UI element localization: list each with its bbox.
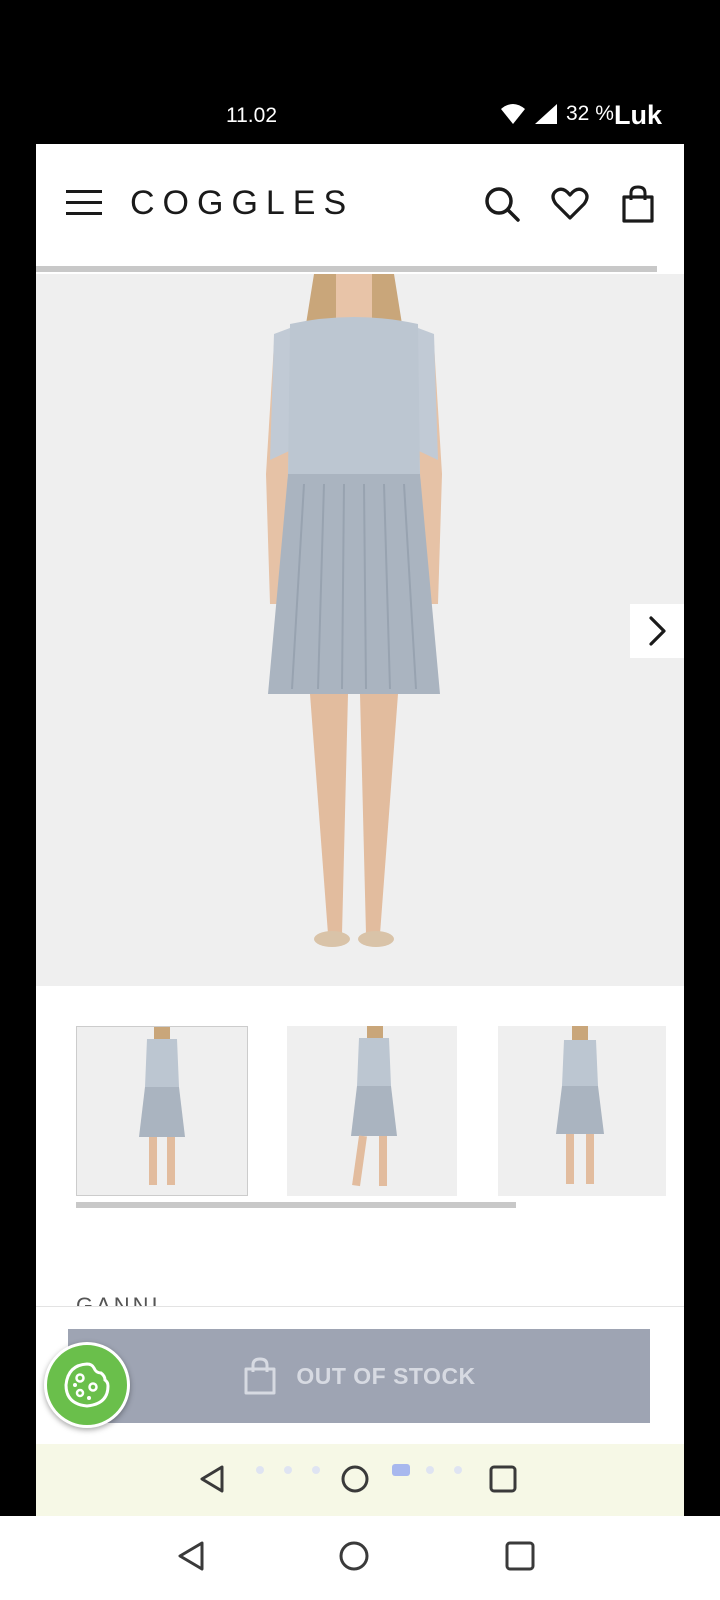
- cookie-icon: [64, 1362, 110, 1408]
- thumbnail-2[interactable]: [287, 1026, 457, 1196]
- product-main-image[interactable]: [36, 274, 684, 986]
- home-icon[interactable]: [338, 1540, 370, 1572]
- thumbnail-strip: [76, 1026, 676, 1196]
- product-photo: [266, 274, 442, 947]
- cta-bar: OUT OF STOCK: [36, 1306, 684, 1439]
- menu-icon[interactable]: [66, 188, 102, 218]
- product-brand[interactable]: GANNI: [76, 1292, 161, 1306]
- heart-icon[interactable]: [550, 184, 590, 224]
- site-header: COGGLES: [36, 144, 684, 264]
- thumbnail-photo: [556, 1026, 604, 1184]
- thumbnail-photo: [139, 1027, 185, 1185]
- signal-icon: [535, 104, 557, 124]
- battery-level: 32 %: [566, 102, 614, 125]
- search-icon[interactable]: [482, 184, 522, 224]
- status-time: 11.02: [226, 104, 277, 127]
- out-of-stock-button[interactable]: OUT OF STOCK: [68, 1329, 650, 1423]
- cookie-settings-button[interactable]: [44, 1342, 130, 1428]
- back-icon[interactable]: [198, 1464, 226, 1494]
- thumbnail-scrollbar[interactable]: [76, 1202, 516, 1208]
- thumbnail-photo: [351, 1026, 397, 1187]
- back-icon[interactable]: [176, 1540, 206, 1572]
- chevron-right-icon: [649, 616, 666, 646]
- shopping-bag-icon[interactable]: [618, 184, 658, 224]
- home-icon[interactable]: [340, 1464, 370, 1494]
- wifi-icon: [501, 104, 525, 124]
- system-nav-bar: [0, 1516, 720, 1600]
- out-of-stock-label: OUT OF STOCK: [296, 1362, 476, 1389]
- overlay-close-text[interactable]: Luk: [614, 100, 662, 131]
- recents-icon[interactable]: [488, 1464, 518, 1494]
- status-icons: 32 %: [500, 102, 614, 126]
- next-image-button[interactable]: [630, 604, 684, 658]
- recents-icon[interactable]: [504, 1540, 536, 1572]
- thumbnail-1[interactable]: [76, 1026, 248, 1196]
- in-app-nav-bar: [36, 1444, 684, 1516]
- thumbnail-3[interactable]: [498, 1026, 666, 1196]
- app-screen: COGGLES GANNI OUT OF STOCK: [36, 144, 684, 1516]
- image-progress-bar: [36, 266, 657, 272]
- brand-logo[interactable]: COGGLES: [130, 184, 354, 223]
- status-bar: 11.02 32 % Luk: [0, 0, 720, 144]
- shopping-bag-icon: [244, 1357, 276, 1395]
